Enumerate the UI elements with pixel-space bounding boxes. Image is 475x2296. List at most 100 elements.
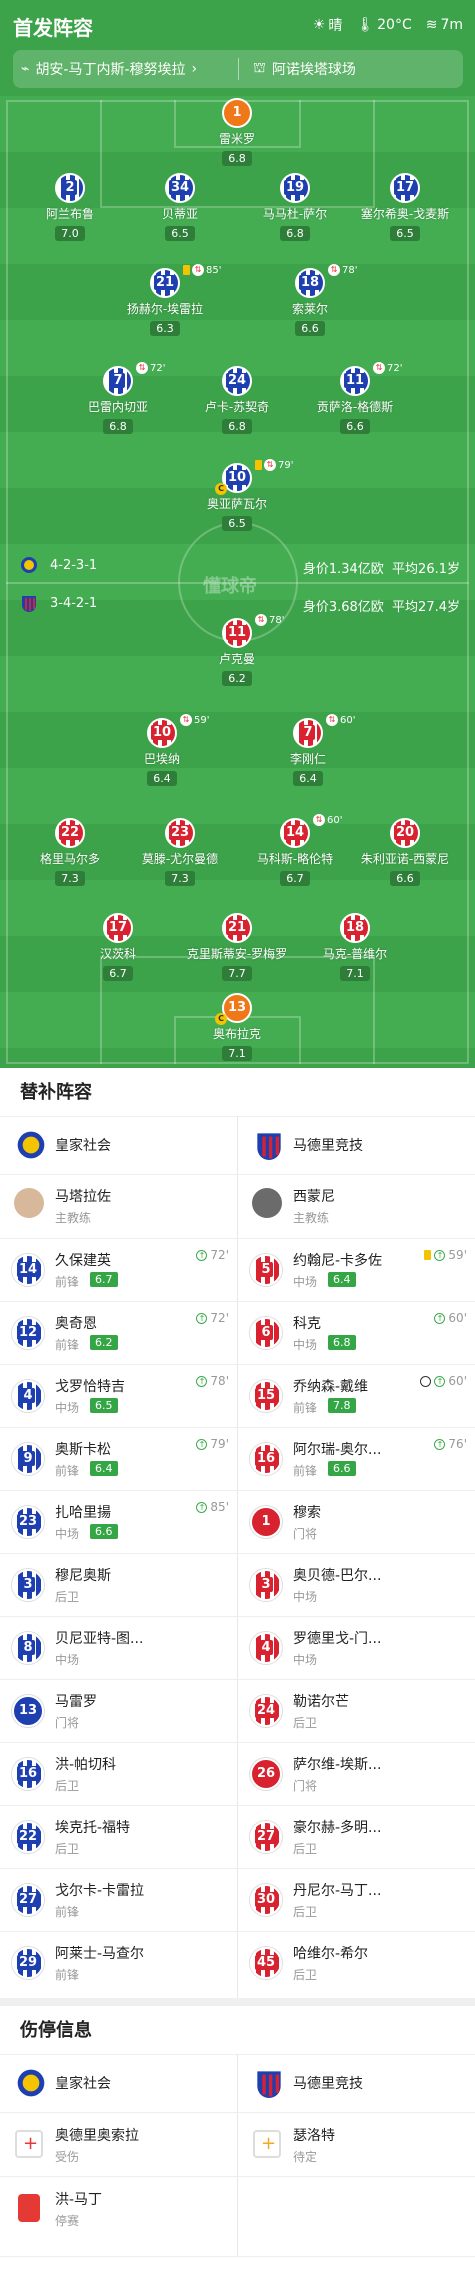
player-rating: 7.3 bbox=[165, 871, 195, 886]
sub-player-away[interactable]: 26 萨尔维-埃斯... 门将 bbox=[238, 1742, 475, 1806]
sub-minute: 60' bbox=[340, 714, 356, 726]
player-home[interactable]: 2 阿兰布鲁 7.0 bbox=[10, 173, 130, 241]
sub-position: 中场 bbox=[293, 1338, 318, 1352]
sub-player-home[interactable]: 22 埃克托-福特 后卫 bbox=[0, 1805, 237, 1869]
sub-player-home[interactable]: 9 奥斯卡松 前锋 6.4 ↑ 79' bbox=[0, 1427, 237, 1491]
sub-event: ⇅ 78' bbox=[255, 614, 284, 626]
jersey-number: 12 bbox=[16, 1325, 40, 1340]
sub-name: 奥贝德-巴尔... bbox=[293, 1568, 382, 1584]
sub-position: 前锋 bbox=[293, 1401, 318, 1415]
player-home[interactable]: 1 雷米罗 6.8 bbox=[177, 98, 297, 166]
player-home[interactable]: 24 卢卡-苏契奇 6.8 bbox=[177, 366, 297, 434]
jersey-icon: 5 bbox=[250, 1254, 282, 1286]
sub-player-away[interactable]: 24 勒诺尔芒 后卫 bbox=[238, 1679, 475, 1743]
jersey-icon: 12 bbox=[12, 1317, 44, 1349]
injury-away-team: 马德里竞技 bbox=[238, 2054, 475, 2112]
sub-minute: 60' bbox=[448, 1374, 467, 1388]
referee-link[interactable]: ⌁ 胡安-马丁内斯-穆努埃拉 › bbox=[21, 50, 197, 88]
player-rating: 6.8 bbox=[103, 419, 133, 434]
sub-player-home[interactable]: 29 阿莱士-马查尔 前锋 bbox=[0, 1931, 237, 1995]
sub-name: 洪-帕切科 bbox=[55, 1757, 117, 1773]
sub-player-away[interactable]: 45 哈维尔-希尔 后卫 bbox=[238, 1931, 475, 1995]
player-name: 李刚仁 bbox=[289, 752, 326, 766]
goal-icon bbox=[420, 1375, 432, 1387]
venue-name: 阿诺埃塔球场 bbox=[271, 62, 356, 78]
injury-item[interactable]: 洪-马丁 停赛 bbox=[0, 2176, 237, 2240]
player-away[interactable]: 13 C 奥布拉克 7.1 bbox=[177, 993, 297, 1061]
sub-player-home[interactable]: 13 马雷罗 门将 bbox=[0, 1679, 237, 1743]
player-name: 奥布拉克 bbox=[212, 1027, 261, 1041]
player-name: 巴埃纳 bbox=[143, 752, 180, 766]
player-away[interactable]: 22 格里马尔多 7.3 bbox=[10, 818, 130, 886]
sub-player-away[interactable]: 3 奥贝德-巴尔... 中场 bbox=[238, 1553, 475, 1617]
sub-minute: 78' bbox=[342, 264, 358, 276]
player-away[interactable]: 11 ⇅ 78' 卢克曼 6.2 bbox=[177, 614, 297, 686]
sub-player-home[interactable]: 27 戈尔卡-卡雷拉 前锋 bbox=[0, 1868, 237, 1932]
sub-rating: 6.5 bbox=[90, 1398, 118, 1413]
sub-position: 后卫 bbox=[293, 1716, 318, 1730]
yellow-card-icon bbox=[183, 265, 190, 275]
jersey-icon: 27 bbox=[12, 1884, 44, 1916]
sub-player-away[interactable]: 30 丹尼尔-马丁... 后卫 bbox=[238, 1868, 475, 1932]
player-home[interactable]: 7 ⇅ 72' 巴雷内切亚 6.8 bbox=[58, 362, 178, 434]
sub-player-home[interactable]: 16 洪-帕切科 后卫 bbox=[0, 1742, 237, 1806]
sub-name: 科克 bbox=[293, 1316, 321, 1332]
substitution-icon: ⇅ bbox=[136, 362, 148, 374]
jersey-number: 27 bbox=[254, 1829, 278, 1844]
sub-name: 穆尼奥斯 bbox=[55, 1568, 111, 1584]
sub-player-home[interactable]: 23 扎哈里揚 中场 6.6 ↑ 85' bbox=[0, 1490, 237, 1554]
sub-player-away[interactable]: 15 乔纳森-戴维 前锋 7.8 ↑ 60' bbox=[238, 1364, 475, 1428]
player-name: 马克-普维尔 bbox=[322, 947, 388, 961]
jersey-number: 4 bbox=[21, 1388, 35, 1403]
sub-player-home[interactable]: 8 贝尼亚特-图... 中场 bbox=[0, 1616, 237, 1680]
sub-player-home[interactable]: 12 奥奇恩 前锋 6.2 ↑ 72' bbox=[0, 1301, 237, 1365]
player-home[interactable]: 21 ⇅ 85' 扬赫尔-埃雷拉 6.3 bbox=[105, 264, 225, 336]
sub-player-away[interactable]: 4 罗德里戈-门... 中场 bbox=[238, 1616, 475, 1680]
jersey-number: 22 bbox=[16, 1829, 40, 1844]
jersey-icon: 6 bbox=[250, 1317, 282, 1349]
player-name: 索莱尔 bbox=[291, 302, 328, 316]
sub-player-away[interactable]: 16 阿尔瑞-奥尔... 前锋 6.6 ↑ 76' bbox=[238, 1427, 475, 1491]
sub-position: 前锋 bbox=[293, 1464, 318, 1478]
sub-player-away[interactable]: 6 科克 中场 6.8 ↑ 60' bbox=[238, 1301, 475, 1365]
sub-player-away[interactable]: 1 穆索 门将 bbox=[238, 1490, 475, 1554]
sub-player-home[interactable]: 3 穆尼奥斯 后卫 bbox=[0, 1553, 237, 1617]
jersey-number: 27 bbox=[16, 1892, 40, 1907]
sub-player-away[interactable]: 5 约翰尼-卡多佐 中场 6.4 ↑ 59' bbox=[238, 1238, 475, 1302]
substitution-icon: ⇅ bbox=[255, 614, 267, 626]
injury-section: 伤停信息 皇家社会 马德里竞技 + 奥德里奥索拉 受伤 + 瑟洛特 待定 洪-马… bbox=[0, 2006, 475, 2296]
player-away[interactable]: 7 ⇅ 60' 李刚仁 6.4 bbox=[248, 714, 368, 786]
player-away[interactable]: 14 ⇅ 60' 马科斯-略伦特 6.7 bbox=[235, 814, 355, 886]
player-name: 阿兰布鲁 bbox=[45, 207, 94, 221]
sub-player-home[interactable]: 14 久保建英 前锋 6.7 ↑ 72' bbox=[0, 1238, 237, 1302]
sub-name: 贝尼亚特-图... bbox=[55, 1631, 144, 1647]
player-rating: 6.6 bbox=[295, 321, 325, 336]
sub-name: 穆索 bbox=[293, 1505, 321, 1521]
sub-player-home[interactable]: 4 戈罗恰特吉 中场 6.5 ↑ 78' bbox=[0, 1364, 237, 1428]
home-coach[interactable]: 马塔拉佐 主教练 bbox=[0, 1174, 237, 1238]
away-coach[interactable]: 西蒙尼 主教练 bbox=[238, 1174, 475, 1238]
home-value: 身价1.34亿欧 平均26.1岁 bbox=[302, 562, 460, 577]
player-away[interactable]: 21 克里斯蒂安-罗梅罗 7.7 bbox=[177, 913, 297, 981]
injury-item[interactable]: + 瑟洛特 待定 bbox=[238, 2112, 475, 2176]
player-away[interactable]: 18 马克-普维尔 7.1 bbox=[295, 913, 415, 981]
sub-position: 中场 bbox=[293, 1590, 318, 1604]
page-title: 首发阵容 bbox=[13, 16, 93, 40]
player-away[interactable]: 23 莫滕-尤尔曼德 7.3 bbox=[120, 818, 240, 886]
player-home[interactable]: 10 ⇅ 79' C 奥亚萨瓦尔 6.5 bbox=[177, 459, 297, 531]
player-home[interactable]: 34 贝蒂亚 6.5 bbox=[120, 173, 240, 241]
injury-item[interactable]: + 奥德里奥索拉 受伤 bbox=[0, 2112, 237, 2176]
player-home[interactable]: 17 塞尔希奥-戈麦斯 6.5 bbox=[345, 173, 465, 241]
player-home[interactable]: 11 ⇅ 72' 贡萨洛-格德斯 6.6 bbox=[295, 362, 415, 434]
sub-name: 阿尔瑞-奥尔... bbox=[293, 1442, 382, 1458]
subs-home-team: 皇家社会 bbox=[0, 1116, 237, 1174]
player-home[interactable]: 18 ⇅ 78' 索莱尔 6.6 bbox=[250, 264, 370, 336]
player-away[interactable]: 10 ⇅ 59' 巴埃纳 6.4 bbox=[102, 714, 222, 786]
jersey-icon: 23 bbox=[165, 818, 195, 848]
jersey-number: 23 bbox=[16, 1514, 40, 1529]
player-home[interactable]: 19 马马杜-萨尔 6.8 bbox=[235, 173, 355, 241]
player-away[interactable]: 17 汉茨科 6.7 bbox=[58, 913, 178, 981]
player-away[interactable]: 20 朱利亚诺-西蒙尼 6.6 bbox=[345, 818, 465, 886]
player-name: 贡萨洛-格德斯 bbox=[316, 400, 394, 414]
sub-player-away[interactable]: 27 豪尔赫-多明... 后卫 bbox=[238, 1805, 475, 1869]
